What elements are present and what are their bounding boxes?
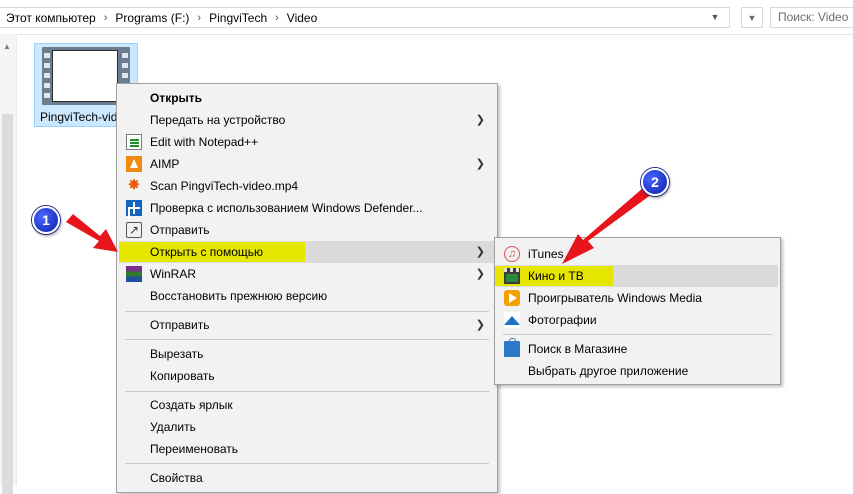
chevron-right-icon: ❯ bbox=[475, 246, 485, 258]
photos-icon bbox=[504, 312, 520, 328]
menu-separator bbox=[503, 334, 772, 335]
menu-item-delete[interactable]: Удалить bbox=[119, 416, 495, 438]
chevron-right-icon: › bbox=[103, 11, 108, 24]
chevron-right-icon: › bbox=[197, 11, 202, 24]
menu-item-cut[interactable]: Вырезать bbox=[119, 343, 495, 365]
winrar-icon bbox=[126, 266, 142, 282]
notepad-plus-plus-icon bbox=[126, 134, 142, 150]
chevron-right-icon: ❯ bbox=[475, 268, 485, 280]
breadcrumb-drive[interactable]: Programs (F:) bbox=[115, 11, 189, 25]
step-badge-2: 2 bbox=[641, 168, 669, 196]
chevron-right-icon: ❯ bbox=[475, 319, 485, 331]
submenu-item-movies-tv[interactable]: Кино и ТВ bbox=[495, 265, 778, 287]
itunes-icon: ♫ bbox=[504, 246, 520, 262]
windows-media-player-icon bbox=[504, 290, 520, 306]
submenu-item-windows-media-player[interactable]: Проигрыватель Windows Media bbox=[497, 287, 778, 309]
menu-item-cast-to-device[interactable]: Передать на устройство ❯ bbox=[119, 109, 495, 131]
windows-defender-icon bbox=[126, 200, 142, 216]
address-dropdown-button[interactable]: ▼ bbox=[741, 7, 763, 28]
chevron-down-icon[interactable]: ▼ bbox=[709, 11, 721, 23]
chevron-right-icon: ❯ bbox=[475, 158, 485, 170]
menu-item-aimp[interactable]: AIMP ❯ bbox=[119, 153, 495, 175]
menu-item-create-shortcut[interactable]: Создать ярлык bbox=[119, 394, 495, 416]
scrollbar-thumb[interactable] bbox=[2, 114, 13, 494]
navigation-pane-scrollbar[interactable]: ▲ bbox=[0, 34, 17, 494]
chevron-right-icon: ❯ bbox=[475, 114, 485, 126]
submenu-item-itunes[interactable]: ♫ iTunes bbox=[497, 243, 778, 265]
submenu-item-search-store[interactable]: Поиск в Магазине bbox=[497, 338, 778, 360]
menu-separator bbox=[125, 339, 489, 340]
menu-item-edit-notepad[interactable]: Edit with Notepad++ bbox=[119, 131, 495, 153]
arrow-1 bbox=[66, 214, 118, 252]
share-icon bbox=[126, 219, 142, 241]
address-bar: Этот компьютер › Programs (F:) › PingviT… bbox=[0, 0, 853, 35]
movies-tv-icon bbox=[504, 268, 520, 284]
menu-item-open[interactable]: Открыть bbox=[119, 87, 495, 109]
breadcrumb[interactable]: Этот компьютер › Programs (F:) › PingviT… bbox=[0, 7, 730, 28]
menu-item-rename[interactable]: Переименовать bbox=[119, 438, 495, 460]
breadcrumb-folder[interactable]: PingviTech bbox=[209, 11, 267, 25]
open-with-submenu: ♫ iTunes Кино и ТВ Проигрыватель Windows… bbox=[494, 237, 781, 385]
breadcrumb-this-pc[interactable]: Этот компьютер bbox=[6, 11, 96, 25]
menu-item-open-with[interactable]: Открыть с помощью ❯ bbox=[119, 241, 495, 263]
menu-item-send-to[interactable]: Отправить ❯ bbox=[119, 314, 495, 336]
breadcrumb-current[interactable]: Video bbox=[287, 11, 317, 25]
menu-separator bbox=[125, 311, 489, 312]
menu-item-copy[interactable]: Копировать bbox=[119, 365, 495, 387]
aimp-icon bbox=[126, 156, 142, 172]
menu-item-scan[interactable]: ✸ Scan PingviTech-video.mp4 bbox=[119, 175, 495, 197]
submenu-item-photos[interactable]: Фотографии bbox=[497, 309, 778, 331]
chevron-right-icon: › bbox=[275, 11, 279, 24]
avast-icon: ✸ bbox=[127, 177, 141, 194]
submenu-item-choose-another-app[interactable]: Выбрать другое приложение bbox=[497, 360, 778, 382]
context-menu: Открыть Передать на устройство ❯ Edit wi… bbox=[116, 83, 498, 493]
menu-separator bbox=[125, 463, 489, 464]
step-badge-1: 1 bbox=[32, 206, 60, 234]
menu-item-share[interactable]: Отправить bbox=[119, 219, 495, 241]
menu-separator bbox=[125, 391, 489, 392]
store-icon bbox=[504, 338, 520, 357]
menu-item-winrar[interactable]: WinRAR ❯ bbox=[119, 263, 495, 285]
search-input[interactable]: Поиск: Video bbox=[770, 7, 853, 28]
menu-item-restore-previous[interactable]: Восстановить прежнюю версию bbox=[119, 285, 495, 307]
menu-item-defender-scan[interactable]: Проверка с использованием Windows Defend… bbox=[119, 197, 495, 219]
scroll-up-icon[interactable]: ▲ bbox=[3, 42, 11, 51]
